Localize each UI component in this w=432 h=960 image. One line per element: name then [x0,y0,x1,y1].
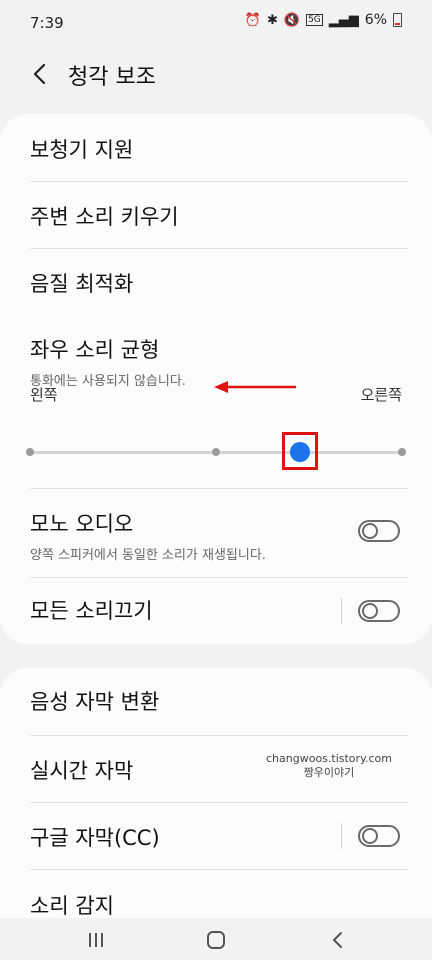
sound-optimization-label: 음질 최적화 [30,272,134,296]
balance-slider-tick [26,448,34,456]
mute-all-sounds-title: 모든 소리끄기 [30,599,153,623]
toggle-knob [362,523,378,539]
google-caption-item[interactable]: 구글 자막(CC) [30,822,402,852]
mute-all-sounds-toggle[interactable] [358,600,400,622]
watermark: changwoos.tistory.com 짱우이야기 [266,752,392,780]
annotation-highlight-box [282,432,318,470]
toggle-knob [362,828,378,844]
mono-audio-item[interactable]: 모노 오디오 양쪽 스피커에서 동일한 소리가 재생됩니다. [30,508,402,563]
back-button[interactable] [22,56,58,92]
vertical-separator [341,598,342,624]
settings-card-hearing: 보청기 지원 주변 소리 키우기 음질 최적화 좌우 소리 균형 통화에는 사용… [0,114,432,644]
page-title: 청각 보조 [68,65,156,90]
status-bar: 7:39 ⏰ ✱ 🔇 5G ▂▄▆ 6% [0,0,432,46]
speech-to-text-item[interactable]: 음성 자막 변환 [30,686,402,716]
divider [30,577,408,578]
balance-title: 좌우 소리 균형 [30,338,160,362]
bluetooth-icon: ✱ [266,12,278,28]
5g-icon: 5G [306,14,323,26]
balance-left-label: 왼쪽 [30,386,58,404]
divider [30,869,408,870]
divider [30,181,408,182]
divider [30,735,408,736]
mono-audio-title: 모노 오디오 [30,512,134,536]
divider [30,802,408,803]
amplify-ambient-sound-item[interactable]: 주변 소리 키우기 [30,201,402,231]
hearing-aid-support-label: 보청기 지원 [30,138,134,162]
speech-to-text-label: 음성 자막 변환 [30,690,160,714]
status-time: 7:39 [30,14,64,32]
mute-icon: 🔇 [283,12,301,28]
mono-audio-subtitle: 양쪽 스피커에서 동일한 소리가 재생됩니다. [30,548,266,563]
navigation-bar [0,918,432,960]
signal-icon: ▂▄▆ [328,12,359,28]
battery-icon [393,13,402,27]
balance-right-label: 오른쪽 [360,386,402,404]
recents-button[interactable] [76,928,116,952]
home-button[interactable] [196,928,236,952]
hearing-aid-support-item[interactable]: 보청기 지원 [30,134,402,164]
balance-slider-tick [212,448,220,456]
toggle-knob [362,603,378,619]
watermark-site: changwoos.tistory.com [266,752,392,765]
mono-audio-toggle[interactable] [358,520,400,542]
watermark-author: 짱우이야기 [303,766,355,779]
recents-icon [89,933,103,947]
battery-text: 6% [364,12,387,28]
divider [30,488,408,489]
back-arrow-icon [33,63,46,85]
balance-slider-tick [398,448,406,456]
sound-detection-item[interactable]: 소리 감지 [30,890,402,918]
sound-optimization-item[interactable]: 음질 최적화 [30,268,402,298]
settings-card-captions: 음성 자막 변환 실시간 자막 구글 자막(CC) 소리 감지 [0,668,432,918]
mute-all-sounds-item[interactable]: 모든 소리끄기 [30,595,402,625]
divider [30,248,408,249]
app-header: 청각 보조 [0,46,432,100]
status-icons: ⏰ ✱ 🔇 5G ▂▄▆ 6% [245,12,402,28]
nav-back-button[interactable] [318,928,358,952]
alarm-icon: ⏰ [244,12,261,28]
vertical-separator [341,823,342,849]
back-icon [333,932,342,948]
google-caption-title: 구글 자막(CC) [30,826,160,850]
home-icon [207,931,225,949]
annotation-arrow-left [214,381,296,393]
sound-detection-label: 소리 감지 [30,894,114,918]
amplify-ambient-sound-label: 주변 소리 키우기 [30,205,179,229]
google-caption-toggle[interactable] [358,825,400,847]
